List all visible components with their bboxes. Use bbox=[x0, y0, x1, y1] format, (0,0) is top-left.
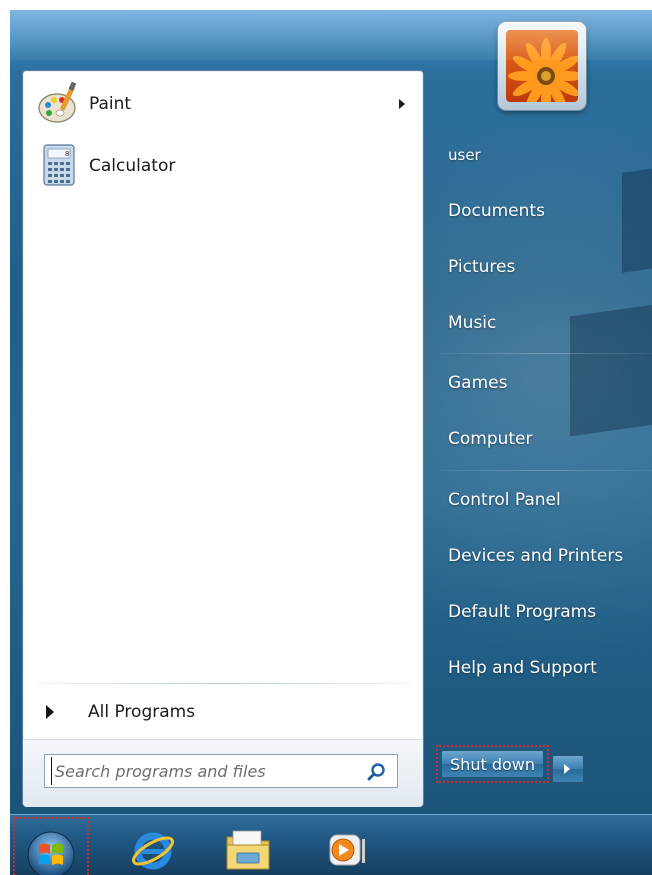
windows-start-orb-icon bbox=[27, 831, 75, 875]
menu-item-user[interactable]: user bbox=[435, 135, 647, 175]
menu-item-control-panel[interactable]: Control Panel bbox=[435, 480, 647, 520]
divider bbox=[440, 470, 652, 471]
shutdown-label: Shut down bbox=[441, 750, 544, 778]
menu-item-games[interactable]: Games bbox=[435, 363, 647, 403]
start-button[interactable] bbox=[13, 817, 89, 875]
divider bbox=[37, 683, 411, 684]
triangle-right-icon bbox=[46, 705, 54, 719]
menu-item-pictures[interactable]: Pictures bbox=[435, 247, 647, 287]
divider bbox=[440, 353, 652, 354]
screen: Paint 8 Calculator All Programs Search p… bbox=[10, 10, 652, 875]
program-label: Calculator bbox=[89, 156, 176, 176]
program-item-paint[interactable]: Paint bbox=[31, 77, 415, 131]
windows-explorer-icon[interactable] bbox=[223, 825, 273, 873]
shutdown-options-button[interactable] bbox=[552, 755, 584, 783]
search-box[interactable] bbox=[44, 754, 398, 788]
start-menu: Paint 8 Calculator All Programs Search p… bbox=[10, 10, 652, 814]
all-programs-label: All Programs bbox=[88, 702, 196, 722]
programs-pane: Paint 8 Calculator All Programs Search p… bbox=[22, 70, 424, 807]
menu-item-computer[interactable]: Computer bbox=[435, 419, 647, 459]
menu-item-documents[interactable]: Documents bbox=[435, 191, 647, 231]
submenu-arrow-icon[interactable] bbox=[399, 99, 405, 109]
menu-item-default-programs[interactable]: Default Programs bbox=[435, 592, 647, 632]
menu-item-help-support[interactable]: Help and Support bbox=[435, 648, 647, 688]
taskbar bbox=[10, 814, 652, 875]
search-input[interactable] bbox=[51, 757, 355, 785]
search-area bbox=[23, 739, 423, 807]
flower-avatar-icon bbox=[506, 30, 578, 102]
program-item-calculator[interactable]: 8 Calculator bbox=[31, 139, 415, 193]
shutdown-button[interactable]: Shut down bbox=[436, 745, 549, 783]
menu-item-music[interactable]: Music bbox=[435, 303, 647, 343]
svg-text:8: 8 bbox=[65, 150, 69, 158]
media-player-icon[interactable] bbox=[322, 825, 372, 873]
user-picture[interactable] bbox=[498, 22, 586, 110]
search-icon[interactable] bbox=[367, 762, 387, 782]
paint-icon bbox=[38, 81, 77, 123]
all-programs-button[interactable]: All Programs bbox=[31, 693, 415, 731]
menu-item-devices-printers[interactable]: Devices and Printers bbox=[435, 536, 647, 576]
program-label: Paint bbox=[89, 94, 132, 114]
calculator-icon: 8 bbox=[43, 144, 75, 186]
internet-explorer-icon[interactable] bbox=[128, 825, 178, 873]
